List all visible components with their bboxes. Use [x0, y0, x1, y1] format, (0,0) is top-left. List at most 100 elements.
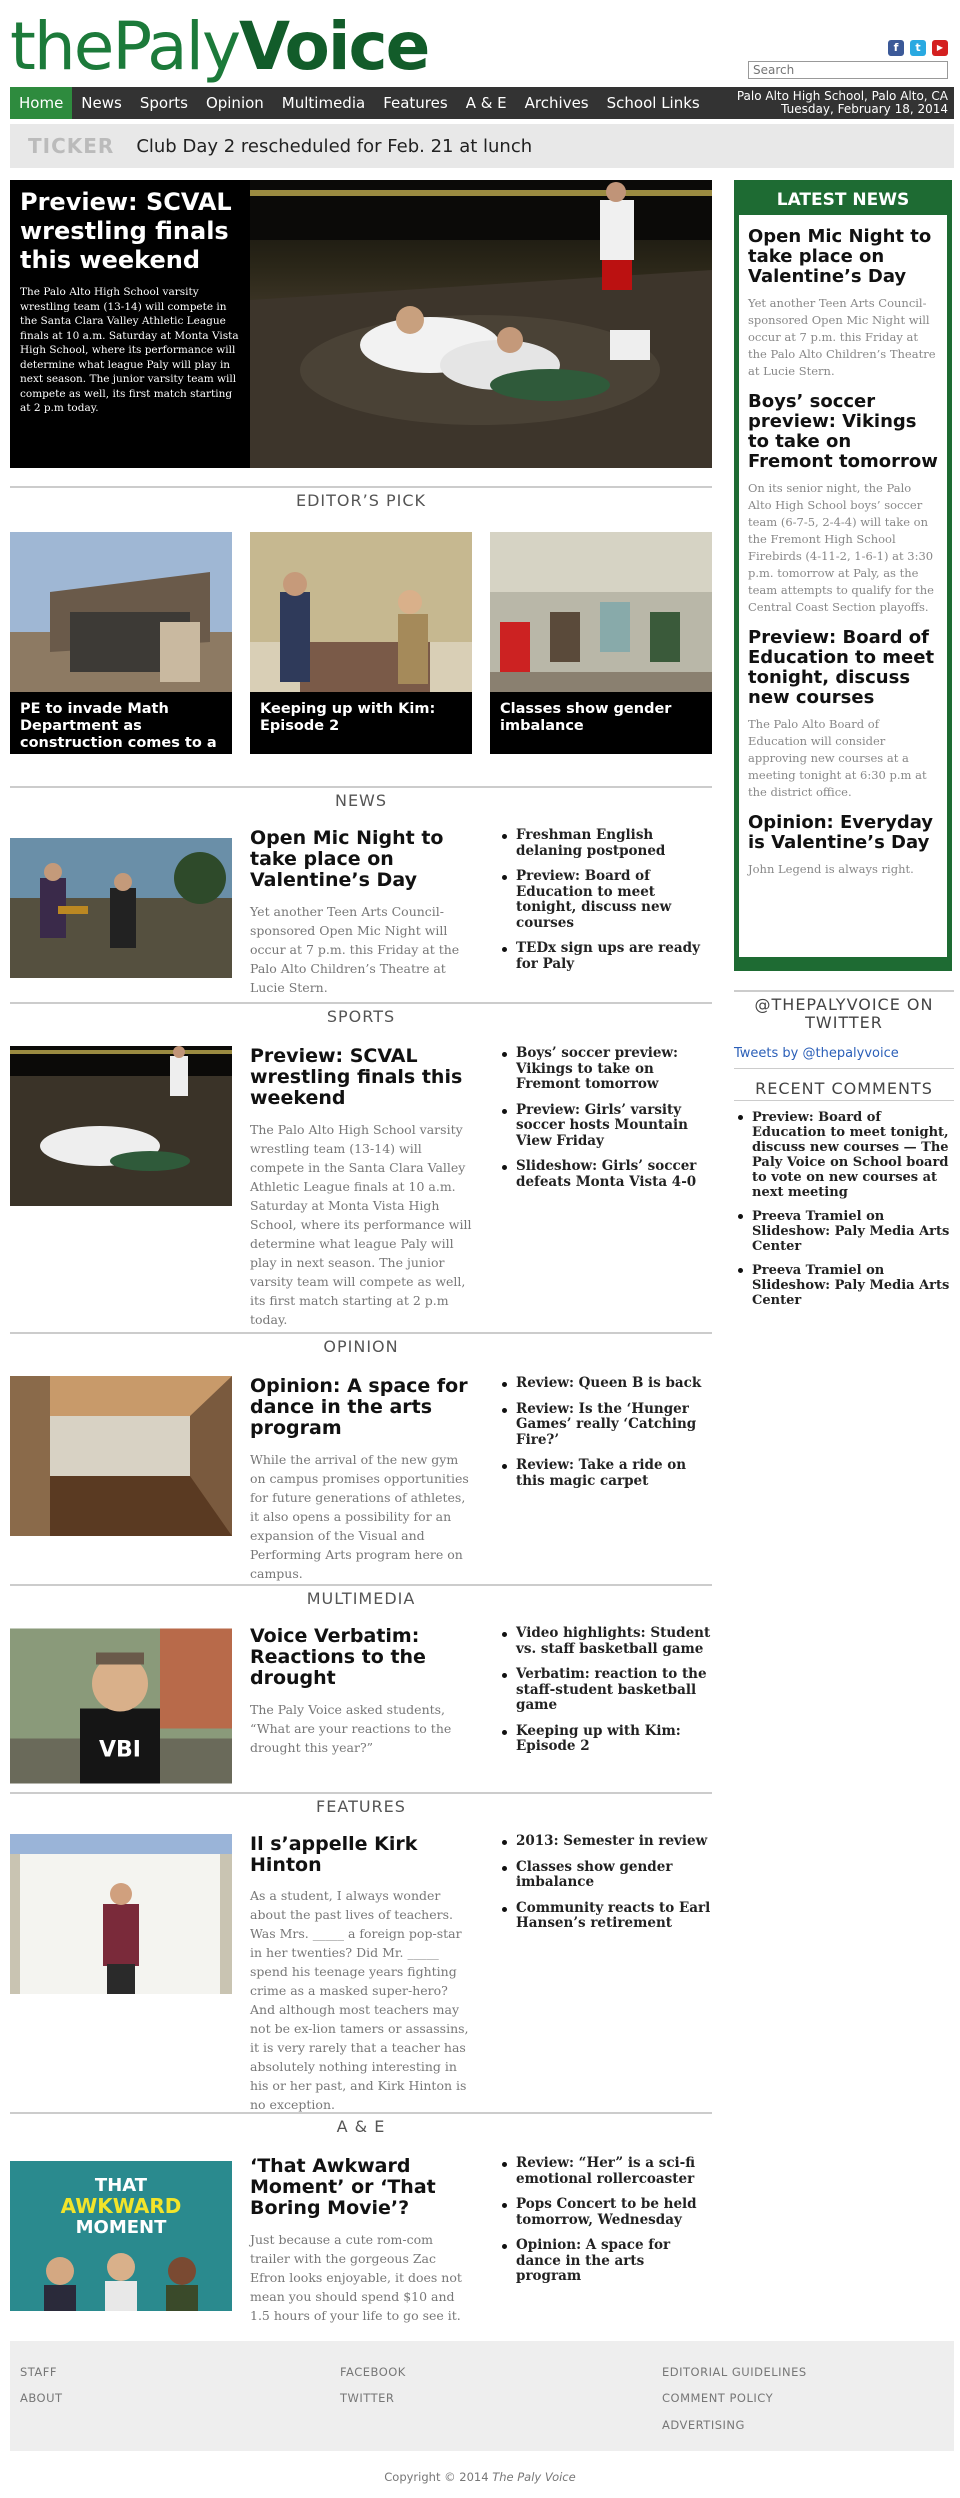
ticker-label: TICKER — [28, 134, 115, 158]
editors-pick-caption-1: PE to invade Math Department as construc… — [10, 692, 232, 754]
opinion-links: Review: Queen B is back Review: Is the ‘… — [500, 1375, 712, 1499]
logo-part-paly: Paly — [112, 8, 241, 85]
nav-archives[interactable]: Archives — [516, 87, 598, 119]
opinion-link-2[interactable]: Review: Is the ‘Hunger Games’ really ‘Ca… — [500, 1401, 712, 1449]
editors-pick-item-1[interactable]: PE to invade Math Department as construc… — [10, 532, 232, 754]
nav-ae[interactable]: A & E — [457, 87, 516, 119]
features-title[interactable]: Il s’appelle Kirk Hinton — [250, 1834, 472, 1876]
twitter-timeline-link[interactable]: Tweets by @thepalyvoice — [734, 1046, 899, 1061]
site-logo[interactable]: thePalyVoice — [10, 14, 430, 80]
recent-comment-1[interactable]: Preview: Board of Education to meet toni… — [734, 1110, 954, 1200]
search-input[interactable] — [748, 61, 948, 79]
poster-line-2: AWKWARD — [61, 2194, 182, 2218]
nav-features[interactable]: Features — [374, 87, 457, 119]
nav-multimedia[interactable]: Multimedia — [273, 87, 374, 119]
editors-pick-item-3[interactable]: Classes show gender imbalance — [490, 532, 712, 754]
multimedia-section: VBI Voice Verbatim: Reactions to the dro… — [10, 1625, 712, 1786]
latest-desc-1: Yet another Teen Arts Council-sponsored … — [748, 296, 936, 378]
facebook-icon[interactable]: f — [888, 40, 904, 56]
nav-sports[interactable]: Sports — [131, 87, 197, 119]
ae-link-2[interactable]: Pops Concert to be held tomorrow, Wednes… — [500, 2196, 712, 2228]
hero-body: The Palo Alto High School varsity wrestl… — [20, 286, 239, 414]
sports-desc: The Palo Alto High School varsity wrestl… — [250, 1122, 472, 1327]
latest-desc-4: John Legend is always right. — [748, 862, 914, 876]
recent-comment-2[interactable]: Preeva Tramiel on Slideshow: Paly Media … — [734, 1209, 954, 1254]
multimedia-links: Video highlights: Student vs. staff bask… — [500, 1625, 712, 1765]
latest-title-3[interactable]: Preview: Board of Education to meet toni… — [748, 628, 938, 708]
footer-link-twitter[interactable]: TWITTER — [340, 2391, 394, 2405]
logo-part-voice: Voice — [239, 8, 430, 85]
latest-news-panel: LATEST NEWS Open Mic Night to take place… — [734, 180, 952, 971]
sports-title[interactable]: Preview: SCVAL wrestling finals this wee… — [250, 1046, 472, 1109]
recent-comment-3[interactable]: Preeva Tramiel on Slideshow: Paly Media … — [734, 1263, 954, 1308]
footer-link-staff[interactable]: STAFF — [20, 2365, 57, 2379]
verbatim-photo[interactable]: VBI — [10, 1626, 232, 1786]
multimedia-link-2[interactable]: Verbatim: reaction to the staff-student … — [500, 1666, 712, 1714]
copyright-text: Copyright © 2014 — [384, 2470, 489, 2484]
nav-school-links[interactable]: School Links — [598, 87, 709, 119]
latest-title-4[interactable]: Opinion: Everyday is Valentine’s Day — [748, 813, 938, 853]
footer: STAFF ABOUT FACEBOOK TWITTER EDITORIAL G… — [10, 2341, 954, 2451]
sports-link-3[interactable]: Slideshow: Girls’ soccer defeats Monta V… — [500, 1158, 712, 1190]
awkward-moment-poster[interactable]: THAT AWKWARD MOMENT — [10, 2156, 232, 2316]
features-desc: As a student, I always wonder about the … — [250, 1888, 469, 2112]
ae-link-3[interactable]: Opinion: A space for dance in the arts p… — [500, 2237, 712, 2285]
ticker-bar: TICKER Club Day 2 rescheduled for Feb. 2… — [10, 124, 954, 168]
sports-link-2[interactable]: Preview: Girls’ varsity soccer hosts Mou… — [500, 1102, 712, 1150]
opinion-link-3[interactable]: Review: Take a ride on this magic carpet — [500, 1457, 712, 1489]
footer-link-advertising[interactable]: ADVERTISING — [662, 2418, 745, 2432]
opinion-link-1[interactable]: Review: Queen B is back — [500, 1375, 712, 1392]
twitter-heading: @THEPALYVOICE ON TWITTER — [734, 990, 954, 1032]
footer-link-editorial-guidelines[interactable]: EDITORIAL GUIDELINES — [662, 2365, 807, 2379]
open-mic-photo[interactable] — [10, 828, 232, 988]
footer-link-comment-policy[interactable]: COMMENT POLICY — [662, 2391, 773, 2405]
youtube-icon[interactable]: ▶ — [932, 40, 948, 56]
shirt-text: VBI — [99, 1738, 141, 1763]
kirk-hinton-photo[interactable] — [10, 1834, 232, 1994]
footer-link-facebook[interactable]: FACEBOOK — [340, 2365, 406, 2379]
multimedia-title[interactable]: Voice Verbatim: Reactions to the drought — [250, 1626, 472, 1689]
multimedia-link-1[interactable]: Video highlights: Student vs. staff bask… — [500, 1625, 712, 1657]
dance-room-photo[interactable] — [10, 1376, 232, 1536]
editors-pick-caption-2: Keeping up with Kim: Episode 2 — [250, 692, 472, 754]
ae-title[interactable]: ‘That Awkward Moment’ or ‘That Boring Mo… — [250, 2156, 472, 2219]
multimedia-link-3[interactable]: Keeping up with Kim: Episode 2 — [500, 1723, 712, 1755]
hero-story[interactable]: Preview: SCVAL wrestling finals this wee… — [10, 180, 712, 468]
latest-title-1[interactable]: Open Mic Night to take place on Valentin… — [748, 227, 938, 287]
opinion-heading: OPINION — [10, 1332, 712, 1358]
date-text: Tuesday, February 18, 2014 — [781, 102, 948, 116]
editors-pick-item-2[interactable]: Keeping up with Kim: Episode 2 — [250, 532, 472, 754]
wrestling-thumb[interactable] — [10, 1046, 232, 1206]
hero-title[interactable]: Preview: SCVAL wrestling finals this wee… — [20, 188, 240, 275]
news-link-2[interactable]: Preview: Board of Education to meet toni… — [500, 868, 712, 931]
opinion-desc: While the arrival of the new gym on camp… — [250, 1452, 469, 1581]
nav-news[interactable]: News — [72, 87, 131, 119]
poster-line-1: THAT — [95, 2175, 148, 2196]
sports-links: Boys’ soccer preview: Vikings to take on… — [500, 1045, 712, 1200]
latest-title-2[interactable]: Boys’ soccer preview: Vikings to take on… — [748, 392, 938, 472]
multimedia-heading: MULTIMEDIA — [10, 1584, 712, 1610]
ae-section: THAT AWKWARD MOMENT ‘That Awkward Moment… — [10, 2155, 712, 2326]
news-title[interactable]: Open Mic Night to take place on Valentin… — [250, 828, 472, 891]
recent-comments-heading: RECENT COMMENTS — [755, 1079, 933, 1098]
ae-link-1[interactable]: Review: “Her” is a sci-fi emotional roll… — [500, 2155, 712, 2187]
ae-heading: A & E — [10, 2112, 712, 2138]
hero-image[interactable] — [250, 180, 712, 468]
nav-home[interactable]: Home — [10, 87, 73, 119]
features-link-3[interactable]: Community reacts to Earl Hansen’s retire… — [500, 1900, 712, 1932]
news-link-3[interactable]: TEDx sign ups are ready for Paly — [500, 940, 712, 972]
wrestling-photo — [250, 180, 712, 468]
ticker-text[interactable]: Club Day 2 rescheduled for Feb. 21 at lu… — [136, 136, 532, 157]
features-link-1[interactable]: 2013: Semester in review — [500, 1833, 712, 1850]
hero-text-panel: Preview: SCVAL wrestling finals this wee… — [10, 180, 250, 468]
sports-heading: SPORTS — [10, 1002, 712, 1028]
nav-opinion[interactable]: Opinion — [197, 87, 273, 119]
sports-section: Preview: SCVAL wrestling finals this wee… — [10, 1045, 712, 1327]
twitter-icon[interactable]: t — [910, 40, 926, 56]
features-link-2[interactable]: Classes show gender imbalance — [500, 1859, 712, 1891]
news-link-1[interactable]: Freshman English delaning postponed — [500, 827, 712, 859]
footer-link-about[interactable]: ABOUT — [20, 2391, 63, 2405]
latest-news-heading: LATEST NEWS — [776, 190, 910, 210]
opinion-title[interactable]: Opinion: A space for dance in the arts p… — [250, 1376, 472, 1439]
sports-link-1[interactable]: Boys’ soccer preview: Vikings to take on… — [500, 1045, 712, 1093]
